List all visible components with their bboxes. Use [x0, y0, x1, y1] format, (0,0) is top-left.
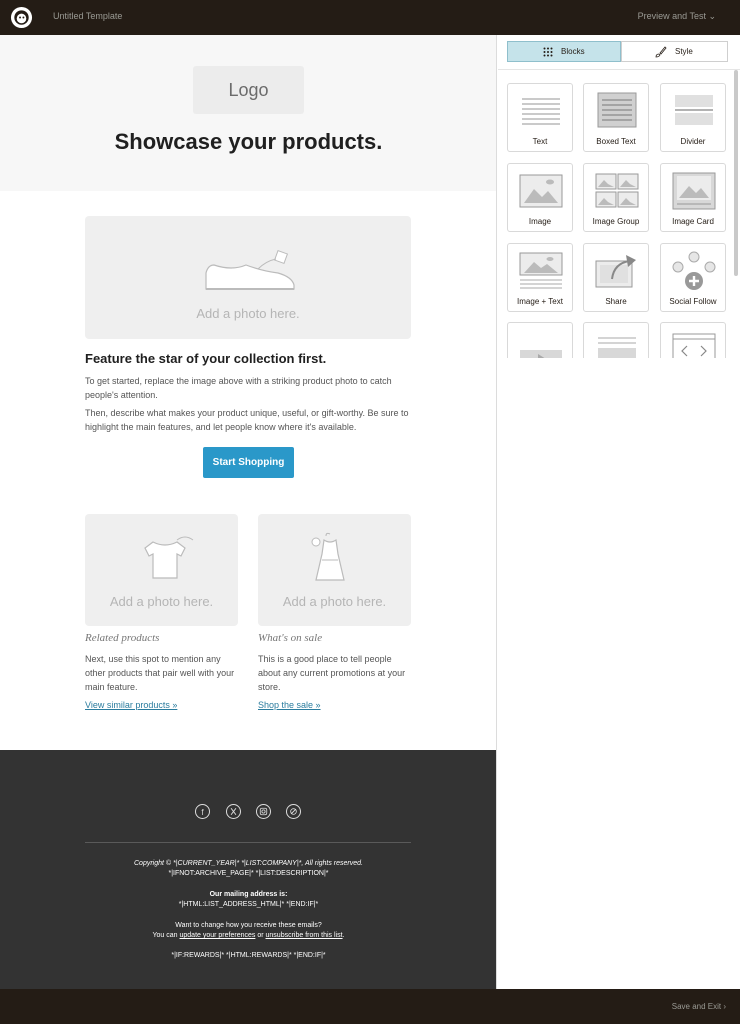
- code-block-icon: [672, 333, 716, 358]
- facebook-icon[interactable]: f: [195, 804, 210, 819]
- tab-style-label: Style: [675, 47, 693, 56]
- preview-and-test-button[interactable]: Preview and Test ⌄: [638, 11, 716, 22]
- block-footer[interactable]: [583, 322, 649, 358]
- grid-icon: [543, 47, 553, 57]
- footer-mailing-heading: Our mailing address is:: [209, 891, 288, 898]
- block-label: Image: [528, 217, 552, 226]
- image-block-icon: [519, 174, 563, 208]
- block-text[interactable]: Text: [507, 83, 573, 152]
- block-label: Image Card: [672, 217, 714, 226]
- instagram-icon[interactable]: [256, 804, 271, 819]
- feature-heading[interactable]: Feature the star of your collection firs…: [85, 351, 326, 366]
- footer-copyright: Copyright © *|CURRENT_YEAR|* *|LIST:COMP…: [134, 860, 363, 867]
- photo-caption: Add a photo here.: [282, 594, 387, 609]
- tab-blocks-label: Blocks: [561, 47, 585, 56]
- on-sale-photo-placeholder[interactable]: Add a photo here.: [258, 514, 411, 626]
- footer-rewards: *|IF:REWARDS|* *|HTML:REWARDS|* *|END:IF…: [171, 952, 326, 959]
- website-icon[interactable]: [286, 804, 301, 819]
- shoe-icon: [205, 249, 295, 290]
- on-sale-subhead[interactable]: What's on sale: [258, 632, 322, 644]
- block-image-text[interactable]: Image + Text: [507, 243, 573, 312]
- divider-icon: [675, 95, 713, 125]
- block-image-card[interactable]: Image Card: [660, 163, 726, 232]
- photo-caption: Add a photo here.: [196, 306, 300, 321]
- unsubscribe-link[interactable]: unsubscribe from this list: [266, 932, 343, 939]
- image-text-icon: [519, 252, 563, 289]
- svg-text:f: f: [201, 808, 204, 817]
- footer-archive: *|IFNOT:ARCHIVE_PAGE|* *|LIST:DESCRIPTIO…: [168, 870, 329, 877]
- footer-preferences-line: You can update your preferences or unsub…: [0, 931, 496, 941]
- image-group-icon: [595, 173, 639, 208]
- update-preferences-link[interactable]: update your preferences: [180, 932, 256, 939]
- top-bar: Untitled Template Preview and Test ⌄: [0, 0, 740, 35]
- email-canvas: Logo Showcase your products. Add a photo…: [0, 35, 497, 989]
- panel-scrollbar[interactable]: [734, 70, 738, 276]
- footer-or: or: [255, 932, 266, 939]
- brush-icon: [655, 46, 667, 58]
- logo-placeholder[interactable]: Logo: [193, 66, 304, 114]
- footer-block-icon: [598, 337, 636, 358]
- related-products-subhead[interactable]: Related products: [85, 632, 159, 644]
- start-shopping-button[interactable]: Start Shopping: [203, 447, 294, 478]
- block-video[interactable]: [507, 322, 573, 358]
- image-card-icon: [672, 172, 716, 210]
- block-social-follow[interactable]: Social Follow: [660, 243, 726, 312]
- footer-period: .: [342, 932, 345, 939]
- bottom-bar: Save and Exit ›: [0, 989, 740, 1024]
- feature-paragraph-2[interactable]: Then, describe what makes your product u…: [85, 406, 411, 434]
- block-label: Social Follow: [669, 297, 717, 306]
- template-title[interactable]: Untitled Template: [53, 11, 122, 21]
- block-label: Boxed Text: [596, 137, 636, 146]
- headline[interactable]: Showcase your products.: [0, 129, 496, 155]
- block-label: Text: [532, 137, 548, 146]
- block-divider[interactable]: Divider: [660, 83, 726, 152]
- tab-style[interactable]: Style: [621, 41, 728, 62]
- share-icon: [595, 255, 636, 288]
- blocks-panel: Blocks Style Text Boxed Text Divider Ima…: [498, 35, 740, 358]
- block-label: Divider: [680, 137, 706, 146]
- x-icon[interactable]: [226, 804, 241, 819]
- text-block-icon: [522, 98, 560, 125]
- shop-the-sale-link[interactable]: Shop the sale »: [258, 700, 321, 710]
- panel-divider: [498, 69, 740, 70]
- main-photo-placeholder[interactable]: Add a photo here.: [85, 216, 411, 339]
- block-code[interactable]: [660, 322, 726, 358]
- block-label: Image + Text: [517, 297, 563, 306]
- footer-you-can: You can: [152, 932, 180, 939]
- save-and-exit-button[interactable]: Save and Exit ›: [672, 1002, 726, 1011]
- block-label: Share: [605, 297, 627, 306]
- hero-section[interactable]: Logo Showcase your products.: [0, 35, 496, 191]
- email-footer[interactable]: f Copyright © *|CURRENT_YEAR|* *|LIST:CO…: [0, 750, 496, 989]
- related-products-photo-placeholder[interactable]: Add a photo here.: [85, 514, 238, 626]
- block-share[interactable]: Share: [583, 243, 649, 312]
- related-products-text[interactable]: Next, use this spot to mention any other…: [85, 652, 238, 694]
- feature-paragraph-1[interactable]: To get started, replace the image above …: [85, 374, 411, 402]
- tab-blocks[interactable]: Blocks: [507, 41, 621, 62]
- block-boxed-text[interactable]: Boxed Text: [583, 83, 649, 152]
- social-follow-icon: [672, 251, 716, 290]
- dress-icon: [311, 532, 345, 581]
- view-similar-products-link[interactable]: View similar products »: [85, 700, 177, 710]
- photo-caption: Add a photo here.: [109, 594, 214, 609]
- footer-divider: [85, 842, 411, 843]
- block-image[interactable]: Image: [507, 163, 573, 232]
- mailchimp-logo-icon[interactable]: [10, 6, 33, 29]
- block-image-group[interactable]: Image Group: [583, 163, 649, 232]
- block-label: Image Group: [592, 217, 640, 226]
- footer-mailing-address: *|HTML:LIST_ADDRESS_HTML|* *|END:IF|*: [178, 901, 319, 908]
- footer-change-question: Want to change how you receive these ema…: [175, 922, 322, 929]
- tshirt-icon: [144, 536, 194, 579]
- panel-tabs: Blocks Style: [507, 41, 728, 62]
- video-block-icon: [520, 350, 562, 358]
- boxed-text-icon: [597, 92, 637, 128]
- on-sale-text[interactable]: This is a good place to tell people abou…: [258, 652, 411, 694]
